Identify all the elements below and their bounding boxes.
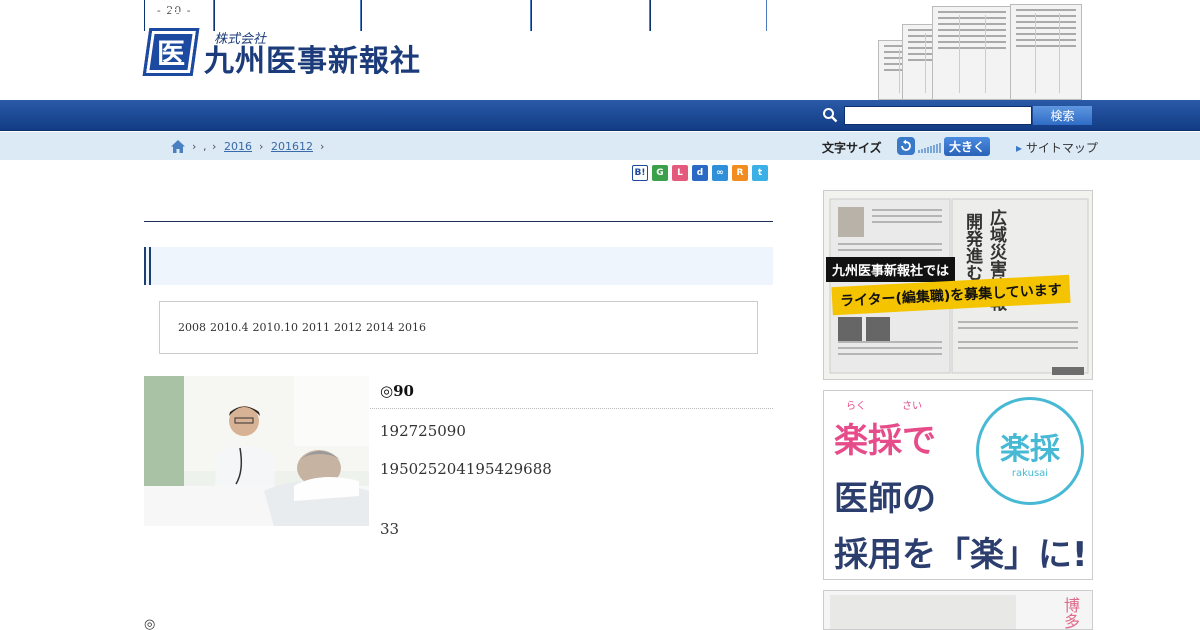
third-banner[interactable]: 博多 (823, 590, 1093, 630)
logo-mark-text: 医 (156, 37, 185, 70)
year-link-2008[interactable]: 2008 (178, 321, 206, 334)
article-paragraph: 33 (380, 520, 400, 538)
google-bookmark-icon[interactable]: G (652, 165, 668, 181)
rakusai-line2: 医師の (834, 479, 936, 519)
delicious-icon[interactable]: d (692, 165, 708, 181)
section-heading-box (144, 247, 773, 285)
reset-icon (901, 139, 911, 151)
breadcrumb-month-link[interactable]: 201612 (271, 140, 313, 153)
logo-mark: 医 (142, 28, 200, 76)
logo-company-name: 九州医事新報社 (204, 44, 421, 79)
rakusai-logo-sub: rakusai (1011, 467, 1049, 479)
breadcrumb-year-link[interactable]: 2016 (224, 140, 252, 153)
breadcrumb-separator: › (320, 140, 325, 153)
year-archive-links: 2008 2010.4 2010.10 2011 2012 2014 2016 (178, 321, 426, 334)
nav-item-about[interactable]: 九州医事新報とは? (214, 0, 361, 31)
social-share-icons: B! G L d ∞ R t (632, 165, 768, 181)
font-large-button[interactable]: 大きく (944, 137, 990, 156)
third-banner-image (830, 595, 1016, 629)
rakusai-ruby-1: らく (846, 401, 866, 412)
font-reset-button[interactable] (897, 137, 915, 155)
rakusai-logo-text: 楽採 (1000, 431, 1060, 467)
title-divider (144, 221, 773, 222)
article-title-divider (370, 408, 773, 409)
hatena-bookmark-icon[interactable]: B! (632, 165, 648, 181)
nav-item-subscription[interactable]: 購読のご案内 (531, 0, 650, 31)
paper-headline-2: 開発進む (962, 213, 982, 281)
logo-text: 株式会社 九州医事新報社 (204, 28, 421, 77)
font-size-bars-icon (918, 143, 941, 153)
nav-item-contact[interactable]: お問い合わせ (650, 0, 767, 31)
search-input[interactable] (844, 106, 1032, 125)
breadcrumb-separator: › (192, 140, 197, 153)
recruit-banner[interactable]: 広域災害情報 開発進む 九州医事新報社では ライター(編集職)を募集しています (823, 190, 1093, 380)
article-paragraph: 192725090 (380, 422, 466, 440)
search-icon (823, 108, 838, 123)
year-link-2012[interactable]: 2012 (334, 321, 362, 334)
year-link-2016[interactable]: 2016 (398, 321, 426, 334)
year-link-2014[interactable]: 2014 (366, 321, 394, 334)
third-banner-text: 博多 (1061, 597, 1080, 629)
year-archive-box: 2008 2010.4 2010.10 2011 2012 2014 2016 (159, 301, 758, 354)
twitter-icon[interactable]: t (752, 165, 768, 181)
breadcrumb-separator: , (203, 140, 207, 153)
site-logo[interactable]: 医 株式会社 九州医事新報社 (142, 28, 421, 77)
breadcrumb-separator: › (212, 140, 217, 153)
livedoor-clip-icon[interactable]: L (672, 165, 688, 181)
year-link-2010-10[interactable]: 2010.10 (253, 321, 299, 334)
sitemap-label: サイトマップ (1025, 141, 1098, 155)
article-title: ◎90 (380, 382, 414, 400)
recruit-banner-line1: 九州医事新報社では (826, 257, 956, 282)
rss-icon[interactable]: R (732, 165, 748, 181)
search-button[interactable]: 検索 (1033, 106, 1092, 125)
nav-item-advertising[interactable]: 広告掲載ご検討の方へ (361, 0, 531, 31)
rakusai-line3: 採用を「楽」に! (834, 535, 1088, 575)
home-icon[interactable] (170, 139, 186, 154)
article-photo (144, 376, 369, 526)
arrow-right-icon: ▸ (1016, 141, 1023, 155)
rakusai-ruby-2: さい (902, 401, 922, 412)
sitemap-link[interactable]: ▸ サイトマップ (1016, 139, 1098, 156)
breadcrumb-separator: › (259, 140, 264, 153)
font-size-label: 文字サイズ (822, 141, 882, 155)
rakusai-line1: 楽採で (834, 421, 936, 461)
year-link-2010-4[interactable]: 2010.4 (210, 321, 249, 334)
newspaper-illustration (860, 4, 1082, 100)
article-paragraph: 195025204195429688 (380, 460, 552, 478)
permalink-icon[interactable]: ∞ (712, 165, 728, 181)
nav-item-top[interactable]: Top (144, 0, 214, 31)
rakusai-banner[interactable]: らく さい 楽採で 医師の 採用を「楽」に! 楽採 rakusai (823, 390, 1093, 580)
rakusai-logo: 楽採 rakusai (976, 397, 1084, 505)
year-link-2011[interactable]: 2011 (302, 321, 330, 334)
page: - 20 - 医 株式会社 九州医事新報社 Top 九州医事新報とは? 広告掲載… (0, 0, 1200, 630)
next-article-mark: ◎ (144, 617, 156, 630)
